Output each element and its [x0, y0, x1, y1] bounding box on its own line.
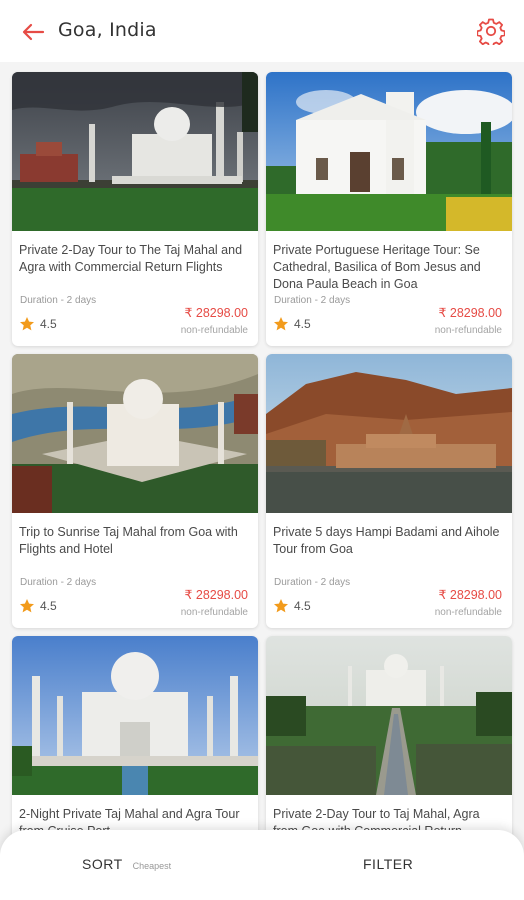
filter-button[interactable]: FILTER — [363, 856, 413, 872]
tour-title: Private Portuguese Heritage Tour: Se Cat… — [273, 243, 481, 291]
sort-label: SORT — [82, 856, 123, 872]
taj-mahal-garden-photo — [266, 636, 512, 795]
tour-rating: 4.5 — [273, 316, 311, 332]
rating-value: 4.5 — [40, 599, 57, 613]
refund-policy: non-refundable — [180, 325, 248, 336]
refund-policy: non-refundable — [434, 325, 502, 336]
taj-mahal-storm-photo — [12, 72, 258, 231]
tour-title: Trip to Sunrise Taj Mahal from Goa with … — [19, 525, 238, 556]
tour-duration: Duration - 2 days — [20, 295, 97, 306]
tour-card[interactable]: Private Portuguese Heritage Tour: Se Cat… — [266, 72, 512, 346]
rating-value: 4.5 — [40, 317, 57, 331]
refund-policy: non-refundable — [180, 607, 248, 618]
tour-rating: 4.5 — [19, 316, 57, 332]
back-button[interactable] — [18, 18, 48, 46]
tour-duration: Duration - 2 days — [20, 577, 97, 588]
tour-price: ₹ 28298.00 — [438, 588, 502, 602]
tour-card[interactable]: Private 2-Day Tour to The Taj Mahal and … — [12, 72, 258, 346]
page-title: Goa, India — [58, 19, 157, 41]
tour-title: Private 2-Day Tour to The Taj Mahal and … — [19, 243, 243, 274]
tour-duration: Duration - 2 days — [274, 577, 351, 588]
taj-mahal-aerial-photo — [12, 354, 258, 513]
badami-temple-photo — [266, 354, 512, 513]
arrow-left-icon — [22, 23, 45, 41]
sort-value: Cheapest — [132, 861, 172, 871]
rating-value: 4.5 — [294, 317, 311, 331]
tour-price: ₹ 28298.00 — [184, 306, 248, 320]
tour-card[interactable]: Private 5 days Hampi Badami and Aihole T… — [266, 354, 512, 628]
taj-mahal-front-photo — [12, 636, 258, 795]
tour-rating: 4.5 — [273, 598, 311, 614]
bottom-action-bar: SORT Cheapest FILTER — [0, 830, 524, 900]
tour-card[interactable]: Trip to Sunrise Taj Mahal from Goa with … — [12, 354, 258, 628]
tour-list: Private 2-Day Tour to The Taj Mahal and … — [12, 72, 513, 900]
tour-price: ₹ 28298.00 — [438, 306, 502, 320]
star-icon — [20, 599, 34, 613]
tour-price: ₹ 28298.00 — [184, 588, 248, 602]
se-cathedral-photo — [266, 72, 512, 231]
tour-rating: 4.5 — [19, 598, 57, 614]
star-icon — [274, 317, 288, 331]
rating-value: 4.5 — [294, 599, 311, 613]
star-icon — [20, 317, 34, 331]
refund-policy: non-refundable — [434, 607, 502, 618]
tour-title: Private 5 days Hampi Badami and Aihole T… — [273, 525, 500, 556]
star-icon — [274, 599, 288, 613]
tour-duration: Duration - 2 days — [274, 295, 351, 306]
gear-icon — [477, 18, 505, 45]
sort-button[interactable]: SORT Cheapest — [82, 856, 171, 872]
app-header: Goa, India — [0, 0, 524, 62]
settings-button[interactable] — [476, 16, 506, 46]
